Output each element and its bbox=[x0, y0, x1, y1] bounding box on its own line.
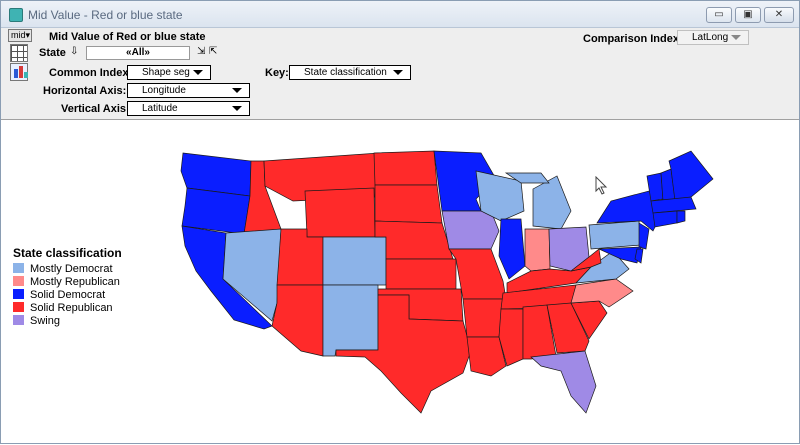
state-south-dakota bbox=[374, 184, 443, 224]
state-utah bbox=[276, 228, 324, 286]
legend-swatch bbox=[13, 276, 24, 286]
legend-label: Solid Republican bbox=[30, 302, 113, 314]
legend-label: Mostly Republican bbox=[30, 276, 120, 288]
legend-swatch bbox=[13, 289, 24, 299]
legend: State classification Mostly Democrat Mos… bbox=[13, 246, 122, 328]
state-new-mexico bbox=[322, 284, 379, 357]
state-arkansas bbox=[462, 298, 504, 338]
state-maine bbox=[668, 150, 714, 202]
app-window: Mid Value - Red or blue state ▭ ▣ ✕ mid▾… bbox=[0, 0, 800, 444]
state-nebraska bbox=[374, 220, 454, 260]
state-michigan bbox=[532, 175, 572, 230]
legend-swatch bbox=[13, 302, 24, 312]
state-kansas bbox=[385, 258, 457, 290]
mouse-cursor-icon bbox=[595, 176, 608, 195]
state-iowa bbox=[441, 210, 500, 250]
state-louisiana bbox=[466, 336, 507, 377]
legend-item: Mostly Democrat bbox=[13, 263, 122, 276]
state-florida bbox=[530, 350, 597, 414]
legend-item: Solid Democrat bbox=[13, 289, 122, 302]
legend-item: Solid Republican bbox=[13, 302, 122, 315]
state-illinois bbox=[498, 218, 526, 280]
state-oregon bbox=[181, 187, 251, 235]
state-new-jersey bbox=[638, 222, 650, 250]
legend-swatch bbox=[13, 315, 24, 325]
legend-label: Solid Democrat bbox=[30, 289, 106, 301]
legend-title: State classification bbox=[13, 246, 122, 260]
state-connecticut bbox=[652, 210, 678, 228]
legend-item: Swing bbox=[13, 315, 122, 328]
state-indiana bbox=[524, 228, 551, 272]
state-arizona bbox=[271, 284, 324, 357]
state-rhode-island bbox=[676, 210, 686, 224]
state-colorado bbox=[322, 236, 387, 286]
state-north-dakota bbox=[373, 150, 438, 186]
state-pennsylvania bbox=[588, 220, 642, 250]
legend-label: Mostly Democrat bbox=[30, 263, 113, 275]
legend-swatch bbox=[13, 263, 24, 273]
state-wyoming bbox=[304, 187, 376, 238]
us-state-map[interactable] bbox=[1, 1, 800, 445]
legend-item: Mostly Republican bbox=[13, 276, 122, 289]
legend-label: Swing bbox=[30, 315, 60, 327]
